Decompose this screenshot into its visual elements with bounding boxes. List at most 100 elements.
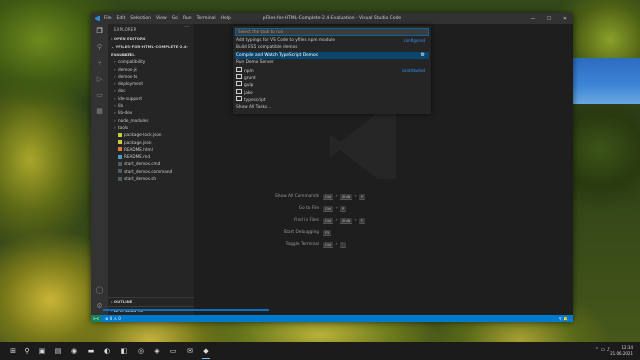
tree-item[interactable]: › .vscode — [108, 51, 194, 58]
files-icon[interactable]: ❐ — [95, 27, 104, 36]
menu-terminal[interactable]: Terminal — [197, 16, 216, 21]
tree-item[interactable]: › node_modules — [108, 117, 194, 124]
task-item[interactable]: Run Demo Server — [235, 59, 429, 66]
menu-view[interactable]: View — [156, 16, 167, 21]
vscode-taskbar-icon[interactable]: ◆ — [201, 346, 211, 359]
task-item[interactable]: jake — [235, 88, 429, 96]
app-icon[interactable]: ◈ — [152, 346, 162, 356]
tree-item[interactable]: package.json — [108, 139, 194, 146]
configure-task-gear-icon[interactable]: ⚙ — [421, 52, 425, 59]
keybinding-key: P — [340, 206, 347, 212]
shortcut-keys: Ctrl + Shift + P — [323, 194, 366, 200]
menu-help[interactable]: Help — [221, 16, 231, 21]
folder-app-icon[interactable]: ▬ — [86, 346, 96, 356]
explorer-header: EXPLORER — [114, 27, 137, 32]
tree-item[interactable]: start_demos.cmd — [108, 160, 194, 167]
clock[interactable]: 12:34 21.06.2021 — [610, 345, 633, 357]
maximize-button[interactable]: ☐ — [541, 13, 557, 24]
key-plus: + — [335, 206, 339, 210]
tree-item[interactable]: › tools — [108, 124, 194, 131]
explorer-sidebar: EXPLORER ··· › OPEN EDITORS ⌄ YFILES-FOR… — [108, 24, 194, 315]
keybinding-key: Ctrl — [323, 218, 334, 224]
menu-file[interactable]: File — [104, 16, 112, 21]
tree-item[interactable]: › demos-ts — [108, 73, 194, 80]
file-tree: › .vscode › compatibility › demos-js › demos-ts… — [108, 51, 194, 182]
tree-item-label: demos-ts — [118, 73, 138, 79]
menu-edit[interactable]: Edit — [117, 16, 126, 21]
open-editors-section[interactable]: › OPEN EDITORS — [108, 35, 194, 43]
browser-icon[interactable]: ◉ — [69, 346, 79, 356]
tree-item-label: README.html — [124, 146, 153, 152]
task-item[interactable]: grunt — [235, 74, 429, 81]
problems-indicator[interactable]: ⊗ 0 ⚠ 0 — [105, 315, 121, 322]
menu-bar: File Edit Selection View Go Run Terminal… — [104, 16, 236, 21]
tree-item[interactable]: › lib-dev — [108, 109, 194, 116]
task-item-label: Add typings for VS Code to yfiles npm mo… — [236, 38, 336, 43]
vscode-logo-icon — [95, 16, 100, 21]
task-item-label: Build ES5 compatible demos — [236, 45, 298, 51]
cmd-file-icon — [118, 169, 122, 174]
tree-item[interactable]: README.md — [108, 153, 194, 160]
menu-run[interactable]: Run — [183, 16, 192, 21]
menu-go[interactable]: Go — [172, 16, 178, 21]
system-tray[interactable]: ⌃ ▭ ♪ — [595, 347, 610, 353]
task-search-input[interactable]: Select the task to run — [235, 28, 429, 36]
terminal-icon[interactable]: ▭ — [168, 346, 178, 356]
source-control-icon[interactable]: ⑂ — [95, 59, 104, 68]
tree-item-label: node_modules — [118, 117, 149, 123]
tree-item[interactable]: › lib — [108, 102, 194, 109]
remote-explorer-icon[interactable]: ▭ — [95, 91, 104, 100]
more-actions-icon[interactable]: ··· — [184, 24, 189, 30]
start-button-icon[interactable]: ⊞ — [8, 346, 18, 356]
search-icon[interactable]: ⚲ — [22, 346, 32, 356]
shortcut-row: Toggle Terminal Ctrl + ` — [231, 242, 431, 249]
task-item[interactable]: Build ES5 compatible demos — [235, 44, 429, 51]
task-view-icon[interactable]: ▣ — [37, 346, 47, 356]
office-icon[interactable]: ◧ — [119, 346, 129, 356]
run-debug-icon[interactable]: ▷ — [95, 75, 104, 84]
chrome-icon[interactable]: ◎ — [136, 346, 146, 356]
shortcut-keys: Ctrl + Shift + F — [323, 218, 366, 224]
tree-item[interactable]: › demos-js — [108, 66, 194, 73]
file-explorer-icon[interactable]: ▤ — [53, 346, 63, 356]
status-right-items[interactable]: ⚲ 🔔 — [559, 315, 568, 322]
tree-item[interactable]: start_demos.command — [108, 168, 194, 175]
account-icon[interactable]: ◯ — [95, 286, 104, 295]
minimize-button[interactable]: — — [525, 13, 541, 24]
tree-item-label: README.md — [124, 154, 150, 160]
tree-item-label: compatibility — [118, 59, 146, 65]
close-button[interactable]: ✕ — [557, 13, 573, 24]
tree-item[interactable]: › deployment — [108, 80, 194, 87]
menu-selection[interactable]: Selection — [130, 16, 151, 21]
shortcut-label: Find in Files — [294, 218, 319, 223]
key-plus: + — [335, 242, 339, 246]
task-item[interactable]: gulp — [235, 81, 429, 88]
tree-item-label: package.json — [124, 139, 152, 145]
shortcut-row: Show All Commands Ctrl + Shift + P — [231, 194, 431, 201]
task-item[interactable]: Add typings for VS Code to yfiles npm mo… — [235, 37, 429, 44]
tree-item[interactable]: README.html — [108, 146, 194, 153]
clock-date: 21.06.2021 — [610, 351, 633, 356]
workspace-folder-section[interactable]: ⌄ YFILES-FOR-HTML-COMPLETE-2.4-EVALUATI.… — [108, 43, 194, 57]
outline-section[interactable]: › OUTLINE — [108, 297, 194, 306]
extensions-icon[interactable]: ▦ — [95, 107, 104, 116]
task-item[interactable]: Compile and Watch TypeScript Demos ⚙ — [235, 51, 429, 60]
tree-item[interactable]: package-lock.json — [108, 131, 194, 138]
task-item[interactable]: Show All Tasks... — [235, 104, 429, 111]
edge-icon[interactable]: ◐ — [102, 346, 112, 356]
sidebar-bottom-panels: › OUTLINE › NPM SCRIPTS — [108, 297, 194, 315]
tree-item[interactable]: start_demos.sh — [108, 175, 194, 182]
mail-icon[interactable]: ✉ — [185, 346, 195, 356]
tree-item[interactable]: › ide-support — [108, 95, 194, 102]
tree-item-label: demos-js — [118, 66, 137, 72]
task-item-label: Compile and Watch TypeScript Demos — [236, 52, 318, 58]
search-icon[interactable]: ⚲ — [95, 43, 104, 52]
task-item-tag: contributed — [401, 67, 425, 73]
tree-item[interactable]: › compatibility — [108, 58, 194, 65]
tree-item[interactable]: › doc — [108, 87, 194, 94]
tree-item-label: doc — [118, 88, 126, 94]
task-item[interactable]: npm contributed — [235, 66, 429, 74]
remote-indicator[interactable]: >< — [91, 315, 101, 322]
task-item[interactable]: typescript — [235, 96, 429, 103]
tree-item-label: package-lock.json — [124, 132, 162, 138]
